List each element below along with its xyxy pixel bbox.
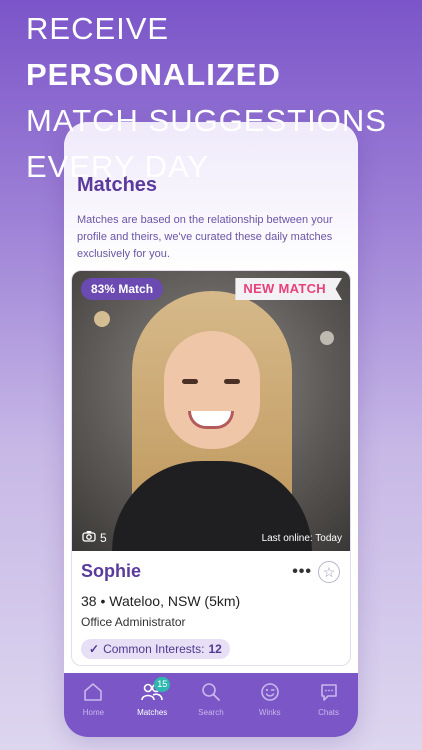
wink-icon [259,679,281,705]
page-description: Matches are based on the relationship be… [77,214,333,260]
tab-home[interactable]: Home [65,679,121,737]
chat-icon [318,679,340,705]
occupation: Office Administrator [81,615,186,629]
background-light [320,331,334,345]
new-match-badge: NEW MATCH [235,278,342,300]
more-options-icon[interactable]: ••• [292,563,312,581]
headline-line-1: RECEIVE [26,11,170,46]
photo-face [164,331,260,449]
camera-icon [82,530,96,545]
headline-line-2: PERSONALIZED [26,57,281,92]
photo-count[interactable]: 5 [82,530,107,545]
match-card[interactable]: 83% Match NEW MATCH 5 Last online: Today… [71,270,351,666]
bottom-tab-bar: Home 15 Matches Search Winks Chats [64,673,358,737]
home-icon [82,679,104,705]
age-location: 38 • Wateloo, NSW (5km) [81,593,241,609]
tab-chats[interactable]: Chats [301,679,357,737]
tab-search[interactable]: Search [183,679,239,737]
profile-name[interactable]: Sophie [81,561,141,582]
tab-matches[interactable]: 15 Matches [124,677,180,737]
headline-line-3: MATCH SUGGESTIONS [26,103,387,138]
photo-count-value: 5 [100,530,107,545]
background-light [94,311,110,327]
interests-label: Common Interests: [103,642,205,656]
tab-label: Winks [258,708,281,717]
tab-label: Search [198,708,224,717]
profile-photo[interactable]: 83% Match NEW MATCH 5 Last online: Today [72,271,350,551]
search-icon [200,679,222,705]
tab-winks[interactable]: Winks [242,679,298,737]
photo-eye [182,379,198,384]
promo-headline: RECEIVE PERSONALIZED MATCH SUGGESTIONS E… [26,6,412,190]
profile-info: Sophie ••• ☆ 38 • Wateloo, NSW (5km) Off… [72,551,350,665]
tab-label: Home [82,708,105,717]
matches-count-badge: 15 [154,677,171,692]
headline-line-4: EVERY DAY [26,149,210,184]
common-interests-badge[interactable]: ✓ Common Interests: 12 [81,639,230,659]
photo-eye [224,379,240,384]
match-percent-badge: 83% Match [81,278,164,300]
phone-screen: Matches Matches are based on the relatio… [64,122,358,737]
interests-count: 12 [208,642,222,656]
tab-label: Chats [318,708,340,717]
last-online-text: Last online: Today [261,533,342,544]
check-icon: ✓ [89,642,100,656]
favorite-star-icon[interactable]: ☆ [318,561,340,583]
tab-label: Matches [137,708,168,717]
